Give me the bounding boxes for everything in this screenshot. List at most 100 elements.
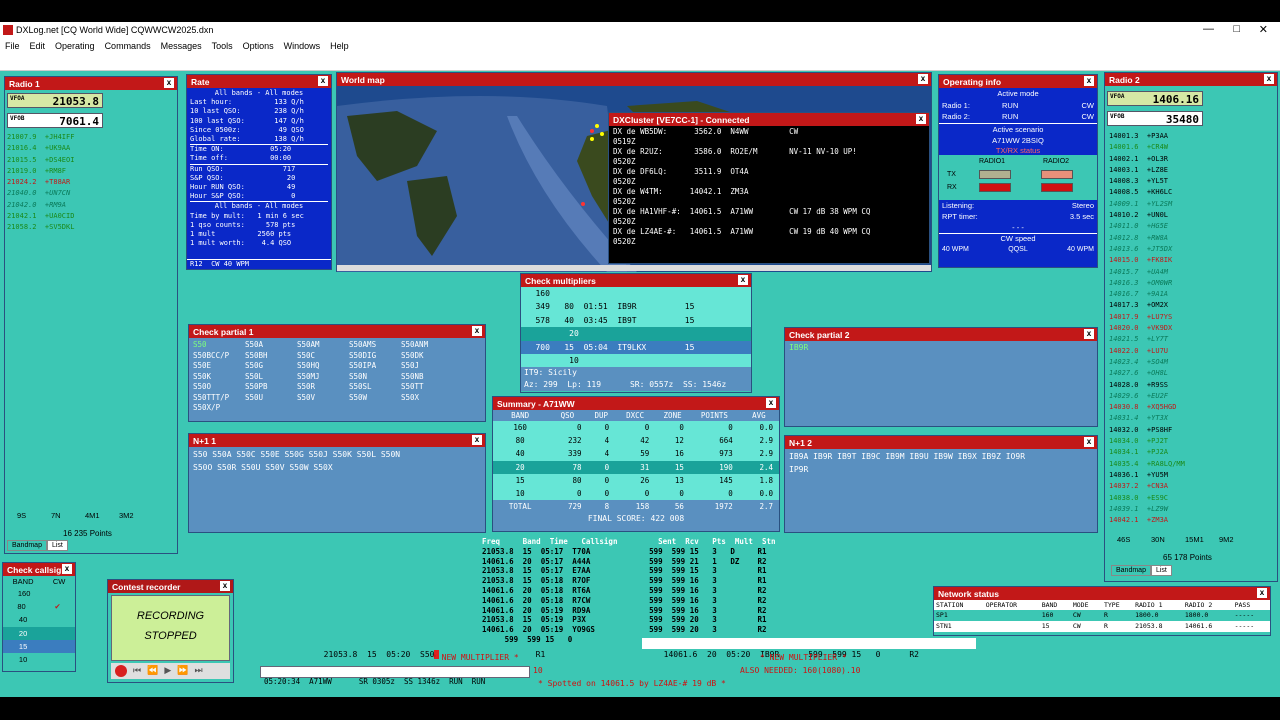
bandmap-spot[interactable]: 14015.7 +UA4M xyxy=(1109,267,1269,278)
partial-call[interactable]: S50X xyxy=(401,393,453,404)
bandmap-spot[interactable]: 14011.0 +HG5E xyxy=(1109,221,1269,232)
partial-call[interactable]: S50U xyxy=(245,393,297,404)
qso-log[interactable]: Freq Band Time Callsign Sent Rcv Pts Mul… xyxy=(482,537,812,644)
partial-call[interactable]: S50 xyxy=(193,340,245,351)
bandmap-spot[interactable]: 21015.5 +DS4EOI xyxy=(7,155,175,166)
bandmap-spot[interactable]: 14016.3 +OM0WR xyxy=(1109,278,1269,289)
record-button[interactable] xyxy=(115,665,127,677)
bandmap-spot[interactable]: 14010.2 +UN0L xyxy=(1109,210,1269,221)
bandmap-spot[interactable]: 14015.0 +FK8IK xyxy=(1109,255,1269,266)
close-icon[interactable]: x xyxy=(738,275,748,285)
bandmap-spot[interactable]: 14039.1 +LZ9W xyxy=(1109,504,1269,515)
partial-call[interactable] xyxy=(349,403,401,414)
bandmap-spot[interactable]: 21042.0 +RM9A xyxy=(7,200,175,211)
table-row[interactable]: 14061.6 20 05:19 YO9GS 599 599 20 3 R2 xyxy=(482,625,812,635)
bandmap-spot[interactable]: 14028.0 +R9SS xyxy=(1109,380,1269,391)
bandmap-spot[interactable]: 14038.0 +ES9C xyxy=(1109,493,1269,504)
menu-commands[interactable]: Commands xyxy=(100,39,156,53)
entry-line-1[interactable]: 21053.8 15 05:20 S50 R1 xyxy=(314,638,636,659)
partial-call[interactable]: S50AM xyxy=(297,340,349,351)
bandmap-spot[interactable]: 14042.1 +ZM3A xyxy=(1109,515,1269,526)
partial-call[interactable]: S50ANM xyxy=(401,340,453,351)
bandmap-spot[interactable]: 14030.8 +XQ5HGD xyxy=(1109,402,1269,413)
bandmap-spot[interactable]: 21019.0 +RM8F xyxy=(7,166,175,177)
table-row[interactable]: 21053.8 15 05:17 E7AA 599 599 15 3 R1 xyxy=(482,566,812,576)
partial-call[interactable]: S50BCC/P xyxy=(193,351,245,362)
close-icon[interactable]: x xyxy=(472,435,482,445)
close-icon[interactable]: x xyxy=(918,74,928,84)
close-icon[interactable]: x xyxy=(1264,74,1274,84)
menu-tools[interactable]: Tools xyxy=(207,39,238,53)
bandmap-spot[interactable]: 14013.6 +JT5DX xyxy=(1109,244,1269,255)
menu-messages[interactable]: Messages xyxy=(156,39,207,53)
bandmap-spot[interactable]: 14012.8 +RW8A xyxy=(1109,233,1269,244)
partial-call[interactable] xyxy=(245,403,297,414)
partial-call[interactable]: S50A xyxy=(245,340,297,351)
bandmap-spot[interactable]: 14008.5 +KH6LC xyxy=(1109,187,1269,198)
bandmap[interactable]: 21007.9 +JH4IFF 21016.4 +UK9AA 21015.5 +DS… xyxy=(7,132,175,504)
menu-help[interactable]: Help xyxy=(325,39,354,53)
menu-windows[interactable]: Windows xyxy=(279,39,326,53)
partial-call[interactable]: S50BH xyxy=(245,351,297,362)
partial-call[interactable]: S50L xyxy=(245,372,297,383)
bandmap-spot[interactable]: 21040.0 +UN7CN xyxy=(7,188,175,199)
bandmap-spot[interactable]: 21016.4 +UK9AA xyxy=(7,143,175,154)
bandmap-spot[interactable]: 14027.6 +OH8L xyxy=(1109,368,1269,379)
n2-line1[interactable]: IB9A IB9R IB9T IB9C IB9M IB9U IB9W IB9X … xyxy=(785,449,1097,464)
mult-row[interactable]: 160 xyxy=(521,287,751,301)
tab-bandmap[interactable]: Bandmap xyxy=(7,540,47,551)
bandmap-spot[interactable]: 14017.3 +OM2X xyxy=(1109,300,1269,311)
bandmap-spot[interactable]: 14034.0 +PJ2T xyxy=(1109,436,1269,447)
close-icon[interactable]: x xyxy=(164,78,174,88)
maximize-button[interactable]: □ xyxy=(1233,23,1240,35)
bandmap-spot[interactable]: 14036.1 +YU5M xyxy=(1109,470,1269,481)
bandmap-spot[interactable]: 14029.6 +EU2F xyxy=(1109,391,1269,402)
entry-line-2[interactable]: 14061.6 20 05:20 IB9R 599 599 15 0 R2 xyxy=(642,638,976,659)
partial-call[interactable]: S50DIG xyxy=(349,351,401,362)
close-icon[interactable]: x xyxy=(1084,76,1094,86)
menu-options[interactable]: Options xyxy=(238,39,279,53)
bandmap-spot[interactable]: 14034.1 +PJ2A xyxy=(1109,447,1269,458)
partial-call[interactable]: S50PB xyxy=(245,382,297,393)
skip-back-icon[interactable]: ⏮ xyxy=(133,665,141,677)
close-icon[interactable]: x xyxy=(1084,437,1094,447)
partial-call[interactable]: S50X/P xyxy=(193,403,245,414)
bandmap-spot[interactable]: 14003.1 +LZ8E xyxy=(1109,165,1269,176)
close-icon[interactable]: x xyxy=(916,114,926,124)
partial-call[interactable]: S50R xyxy=(297,382,349,393)
rewind-icon[interactable]: ⏪ xyxy=(147,665,158,677)
bandmap[interactable]: 14001.3 +P3AA 14001.6 +CR4W 14002.1 +OL3R 1… xyxy=(1109,131,1269,529)
mult-row[interactable]: 349 80 01:51 IB9R 15 xyxy=(521,300,751,314)
bandmap-spot[interactable]: 14032.0 +PS8HF xyxy=(1109,425,1269,436)
menu-edit[interactable]: Edit xyxy=(25,39,51,53)
close-icon[interactable]: x xyxy=(1257,588,1267,598)
mult-row[interactable]: 700 15 05:04 IT9LKX 15 xyxy=(521,340,751,355)
table-row[interactable]: 14061.6 20 05:17 A44A 599 599 21 1 DZ R2 xyxy=(482,557,812,567)
bandmap-spot[interactable]: 21007.9 +JH4IFF xyxy=(7,132,175,143)
partial-call[interactable]: S50TT xyxy=(401,382,453,393)
partial-call[interactable]: S50V xyxy=(297,393,349,404)
close-icon[interactable]: x xyxy=(1084,329,1094,339)
partial-call[interactable]: S50C xyxy=(297,351,349,362)
partial-call[interactable]: S50AMS xyxy=(349,340,401,351)
table-row[interactable]: 21053.8 15 05:18 R7OF 599 599 16 3 R1 xyxy=(482,576,812,586)
bandmap-spot[interactable]: 14022.0 +LU7U xyxy=(1109,346,1269,357)
mult-row[interactable]: 578 40 03:45 IB9T 15 xyxy=(521,313,751,328)
dxcluster-output[interactable]: DX de WB5DW: 3562.0 N4WW CW 0519Z DX de R2… xyxy=(609,126,929,262)
partial-call[interactable]: S50TTT/P xyxy=(193,393,245,404)
tab-list[interactable]: List xyxy=(1150,565,1172,576)
bandmap-spot[interactable]: 14002.1 +OL3R xyxy=(1109,154,1269,165)
close-icon[interactable]: x xyxy=(318,76,328,86)
close-icon[interactable]: x xyxy=(766,398,776,408)
tab-bandmap[interactable]: Bandmap xyxy=(1111,565,1151,576)
mult-row[interactable]: 20 xyxy=(521,327,751,341)
bandmap-spot[interactable]: 14020.0 +VK9DX xyxy=(1109,323,1269,334)
table-row[interactable]: 14061.6 20 05:18 R7CW 599 599 16 3 R2 xyxy=(482,596,812,606)
bandmap-spot[interactable]: 14021.5 +LY7T xyxy=(1109,334,1269,345)
partial-call[interactable]: S50K xyxy=(193,372,245,383)
bandmap-spot[interactable]: 14001.6 +CR4W xyxy=(1109,142,1269,153)
partial-call[interactable]: S50W xyxy=(349,393,401,404)
n1-line1[interactable]: S50 S50A S50C S50E S50G S50J S50K S50L S… xyxy=(189,447,485,462)
close-button[interactable]: ✕ xyxy=(1259,23,1268,36)
bandmap-spot[interactable]: 14035.4 +RA8LQ/MM xyxy=(1109,459,1269,470)
